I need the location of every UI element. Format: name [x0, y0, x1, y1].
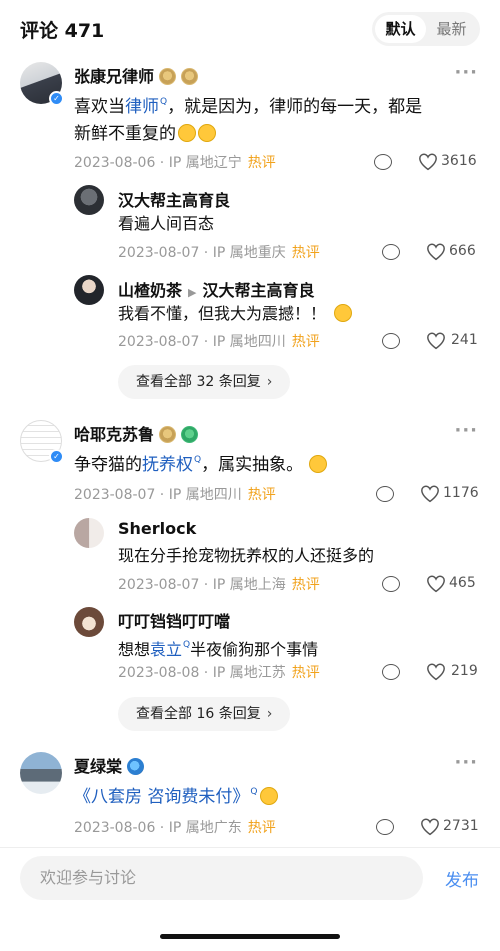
- home-indicator[interactable]: [160, 934, 340, 939]
- heart-icon[interactable]: [426, 575, 446, 593]
- medal-badge-icon: [181, 426, 199, 443]
- heart-icon[interactable]: [426, 332, 446, 350]
- like-count: 2731: [443, 818, 479, 834]
- hot-badge: 热评: [247, 155, 276, 171]
- more-dots-icon[interactable]: ···: [454, 420, 478, 441]
- reply-meta: 2023-08-08 · IP 属地江苏 热评: [118, 665, 320, 681]
- avatar[interactable]: ✓: [20, 62, 64, 106]
- shocked-emoji-icon: [334, 304, 353, 322]
- reply-arrow-icon: ▶: [188, 286, 197, 299]
- comment-composer: 欢迎参与讨论 发布: [0, 847, 500, 951]
- comments-header: 评论 471 默认 最新: [0, 0, 500, 58]
- comment-bubble-icon[interactable]: [376, 819, 394, 835]
- chevron-right-icon: ›: [266, 374, 273, 390]
- sort-toggle: 默认 最新: [372, 12, 480, 46]
- verified-badge-icon: ✓: [49, 91, 64, 106]
- avatar[interactable]: [74, 275, 104, 305]
- reply-target[interactable]: 汉大帮主高育良: [202, 281, 314, 300]
- like-count: 1176: [443, 485, 479, 501]
- avatar[interactable]: [74, 185, 104, 215]
- reply-text: 想想袁立Q半夜偷狗那个事情: [118, 640, 319, 659]
- more-dots-icon[interactable]: ···: [454, 62, 478, 83]
- globe-badge-icon: [127, 758, 145, 775]
- hot-badge: 热评: [291, 245, 320, 261]
- comment-author[interactable]: 夏绿棠: [74, 753, 145, 777]
- reply-meta: 2023-08-07 · IP 属地四川 热评: [118, 334, 320, 350]
- avatar[interactable]: ✓: [20, 420, 64, 464]
- comment-author[interactable]: 哈耶克苏鲁: [74, 421, 199, 445]
- avatar[interactable]: [20, 752, 62, 794]
- keyword-link[interactable]: 《八套房 咨询费未付》: [74, 787, 249, 807]
- hot-badge: 热评: [247, 487, 276, 503]
- comment-bubble-icon[interactable]: [374, 154, 392, 170]
- reply-author[interactable]: 山楂奶茶 ▶ 汉大帮主高育良: [118, 277, 315, 301]
- verified-badge-icon: ✓: [49, 449, 64, 464]
- hot-badge: 热评: [291, 334, 320, 350]
- reply-meta: 2023-08-07 · IP 属地上海 热评: [118, 577, 320, 593]
- smirk-emoji-icon: [259, 787, 278, 805]
- reply-text: 我看不懂，但我大为震撼！！: [118, 302, 353, 326]
- keyword-link[interactable]: 抚养权: [142, 455, 193, 475]
- level-badge-icon: [159, 426, 177, 443]
- comment-text: 《八套房 咨询费未付》Q: [74, 779, 278, 811]
- comment-meta: 2023-08-07 · IP 属地四川 热评: [74, 487, 276, 503]
- comment-author[interactable]: 张康兄律师: [74, 63, 199, 87]
- hot-badge: 热评: [291, 665, 320, 681]
- reply-text: 看遍人间百态: [118, 214, 215, 233]
- reply-author[interactable]: Sherlock: [118, 519, 196, 538]
- reply-author[interactable]: 叮叮铛铛叮叮噹: [118, 608, 230, 632]
- reply-author[interactable]: 汉大帮主高育良: [118, 187, 230, 211]
- like-count: 3616: [441, 153, 477, 169]
- medal-badge-icon: [181, 68, 199, 85]
- like-count: 465: [449, 575, 476, 591]
- like-count: 666: [449, 243, 476, 259]
- avatar[interactable]: [74, 518, 104, 548]
- chevron-right-icon: ›: [266, 706, 273, 722]
- tab-latest[interactable]: 最新: [426, 15, 477, 43]
- avatar[interactable]: [74, 607, 104, 637]
- comment-bubble-icon[interactable]: [382, 244, 400, 260]
- heart-icon[interactable]: [426, 243, 446, 261]
- send-button[interactable]: 发布: [445, 866, 479, 891]
- hot-badge: 热评: [247, 820, 276, 836]
- comment-bubble-icon[interactable]: [376, 486, 394, 502]
- view-all-replies-button[interactable]: 查看全部 16 条回复 ›: [118, 697, 291, 731]
- comment-bubble-icon[interactable]: [382, 333, 400, 349]
- heart-icon[interactable]: [426, 663, 446, 681]
- keyword-link[interactable]: 律师: [125, 97, 159, 117]
- thinking-emoji-icon: [309, 455, 328, 473]
- keyword-link[interactable]: 袁立: [150, 640, 182, 659]
- tab-default[interactable]: 默认: [375, 15, 426, 43]
- search-link-icon: Q: [250, 787, 258, 797]
- level-badge-icon: [159, 68, 177, 85]
- heart-icon[interactable]: [420, 485, 440, 503]
- like-count: 219: [451, 663, 478, 679]
- comment-bubble-icon[interactable]: [382, 664, 400, 680]
- laugh-emoji-icon: [178, 124, 196, 142]
- reply-text: 现在分手抢宠物抚养权的人还挺多的: [118, 546, 375, 565]
- hot-badge: 热评: [291, 577, 320, 593]
- more-dots-icon[interactable]: ···: [454, 752, 478, 773]
- heart-icon[interactable]: [420, 818, 440, 836]
- like-count: 241: [451, 332, 478, 348]
- heart-icon[interactable]: [418, 153, 438, 171]
- comment-input[interactable]: 欢迎参与讨论: [20, 856, 423, 900]
- comment-meta: 2023-08-06 · IP 属地广东 热评: [74, 820, 276, 836]
- comment-text: 喜欢当律师Q，就是因为，律师的每一天，都是 新鲜不重复的: [74, 97, 423, 144]
- comment-bubble-icon[interactable]: [382, 576, 400, 592]
- view-all-replies-button[interactable]: 查看全部 32 条回复 ›: [118, 365, 291, 399]
- comments-title: 评论 471: [20, 20, 105, 42]
- comment-text: 争夺猫的抚养权Q，属实抽象。: [74, 447, 484, 479]
- comment-meta: 2023-08-06 · IP 属地辽宁 热评: [74, 155, 276, 171]
- reply-meta: 2023-08-07 · IP 属地重庆 热评: [118, 245, 320, 261]
- cry-laugh-emoji-icon: [198, 124, 216, 142]
